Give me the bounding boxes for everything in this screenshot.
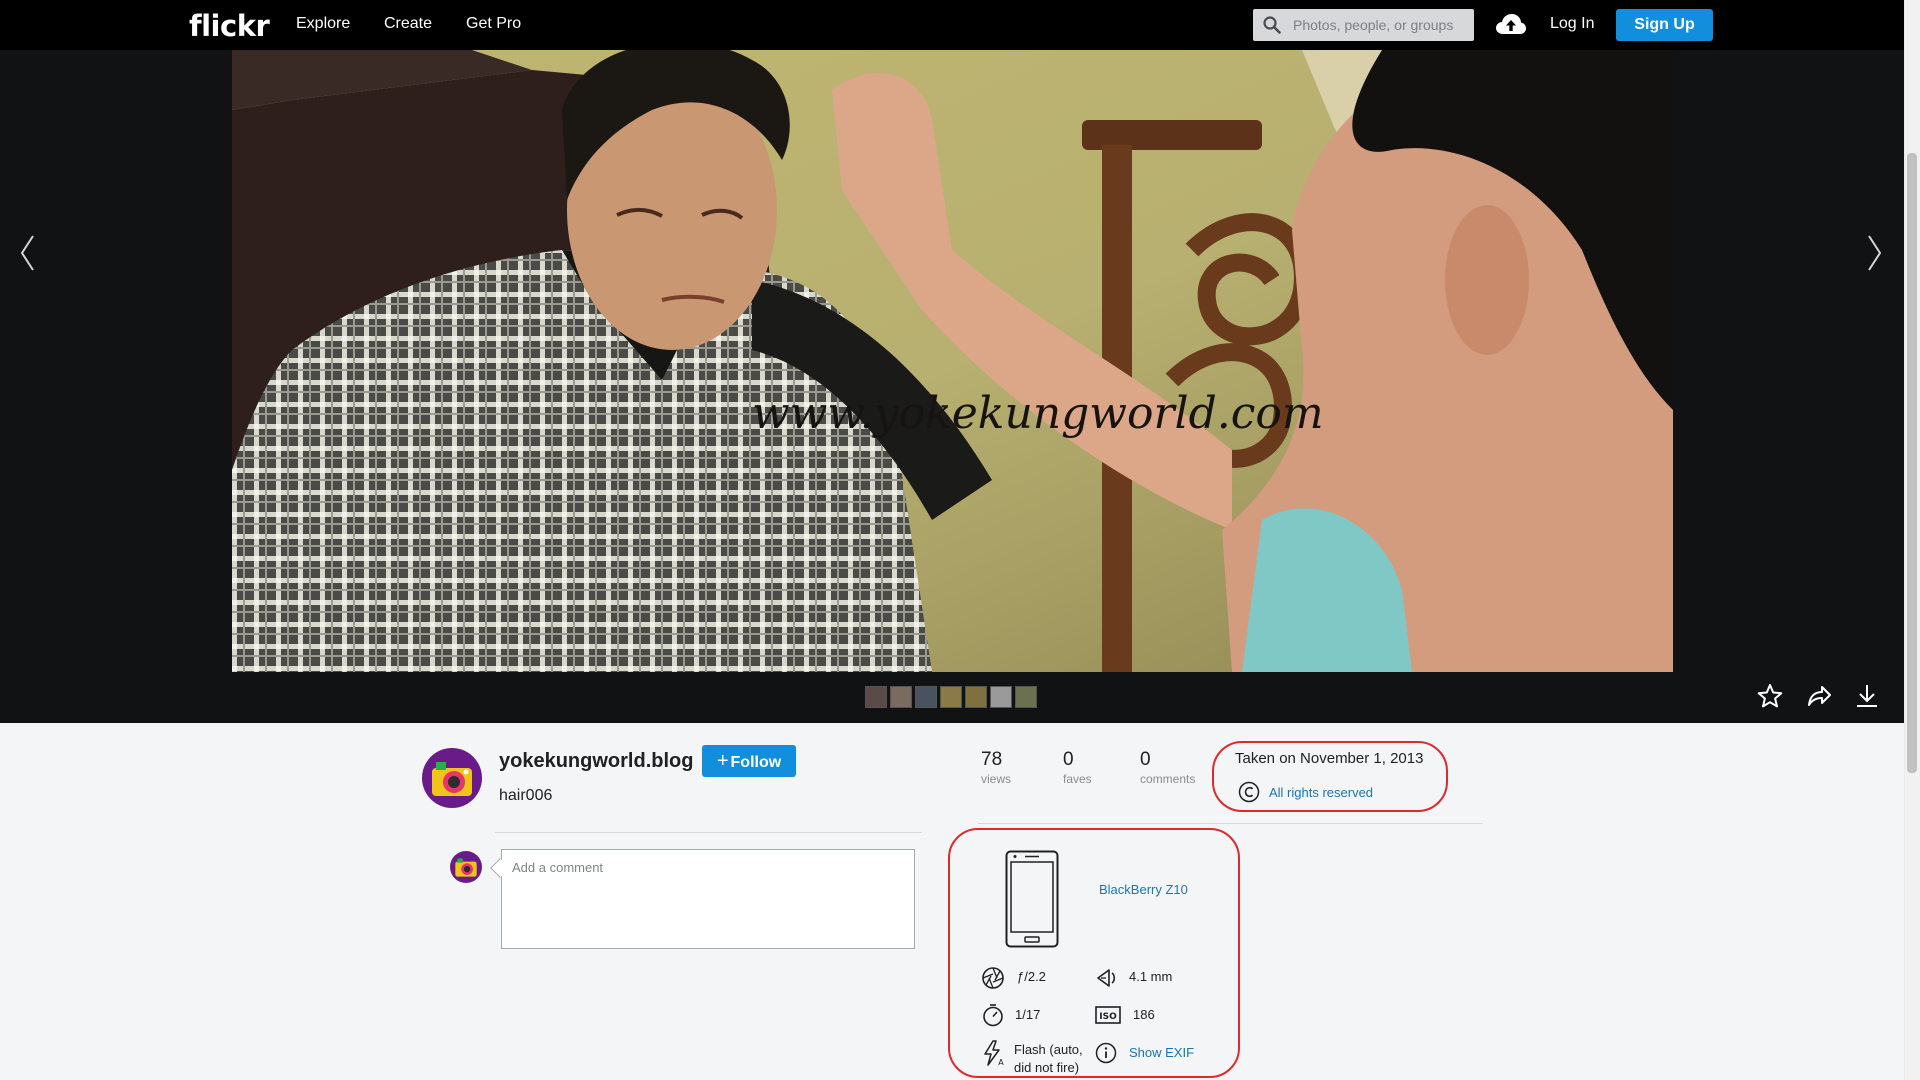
owner-avatar[interactable] (422, 748, 482, 808)
follow-button[interactable]: + Follow (702, 745, 796, 777)
add-comment-field[interactable] (501, 849, 915, 949)
thumbnail[interactable] (890, 686, 912, 708)
photo-title: hair006 (499, 787, 553, 804)
thumbnail[interactable] (965, 686, 987, 708)
photo-image: www.yokekungworld.com (232, 50, 1673, 672)
camera-avatar-icon (422, 748, 482, 808)
right-divider (978, 823, 1483, 824)
search-icon (1263, 16, 1281, 34)
comments-count: 0 (1140, 749, 1151, 770)
thumbnail[interactable] (865, 686, 887, 708)
share-arrow-icon[interactable] (1806, 683, 1832, 709)
search-input[interactable] (1293, 9, 1468, 41)
camera-avatar-icon (450, 851, 482, 883)
annotation-circle-date (1212, 741, 1448, 812)
signup-button[interactable]: Sign Up (1616, 9, 1713, 41)
nav-explore[interactable]: Explore (296, 15, 350, 33)
thumbnail[interactable] (915, 686, 937, 708)
scrollbar-thumb[interactable] (1907, 153, 1917, 773)
previous-photo-arrow-icon[interactable] (18, 233, 36, 273)
thumbnail[interactable] (940, 686, 962, 708)
views-label: views (981, 772, 1012, 786)
faves-stat: 0 faves (1063, 749, 1092, 786)
views-count: 78 (981, 749, 1003, 770)
annotation-circle-exif (948, 828, 1240, 1078)
plus-icon: + (716, 750, 729, 772)
download-icon[interactable] (1854, 683, 1880, 709)
login-link[interactable]: Log In (1550, 15, 1594, 33)
faves-label: faves (1063, 772, 1092, 786)
thumbnail[interactable] (1015, 686, 1037, 708)
faves-count: 0 (1063, 749, 1074, 770)
left-divider (495, 832, 922, 833)
owner-name-link[interactable]: yokekungworld.blog (499, 750, 693, 773)
photostream-thumbnails (865, 686, 1037, 708)
comments-stat: 0 comments (1140, 749, 1195, 786)
main-photo[interactable]: www.yokekungworld.com (232, 50, 1673, 672)
thumbnail[interactable] (990, 686, 1012, 708)
flickr-logo[interactable]: flickr (189, 9, 270, 43)
photo-stage: www.yokekungworld.com (0, 50, 1904, 723)
nav-get-pro[interactable]: Get Pro (466, 15, 521, 33)
top-navigation-bar: flickr Explore Create Get Pro Log In Sig… (0, 0, 1904, 50)
commenter-avatar (450, 851, 482, 883)
watermark-text: www.yokekungworld.com (752, 388, 1324, 439)
follow-label: Follow (730, 754, 782, 771)
search-box[interactable] (1253, 9, 1474, 41)
views-stat: 78 views (981, 749, 1011, 786)
comments-label: comments (1140, 772, 1196, 786)
nav-create[interactable]: Create (384, 15, 432, 33)
fave-star-icon[interactable] (1757, 683, 1783, 709)
upload-cloud-icon[interactable] (1495, 12, 1527, 36)
next-photo-arrow-icon[interactable] (1866, 233, 1884, 273)
